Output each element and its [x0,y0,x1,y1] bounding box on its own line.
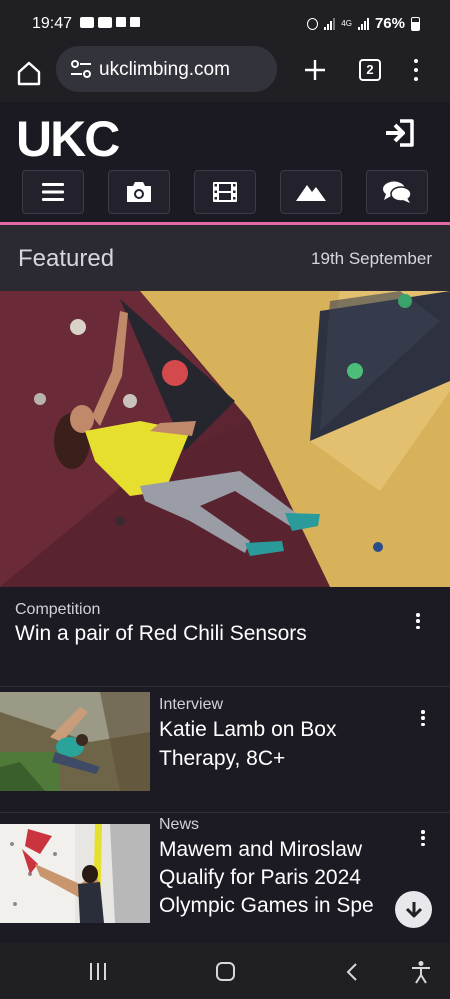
list-item[interactable]: Interview Katie Lamb on Box Therapy, 8C+ [0,692,450,792]
notification-icons [80,17,140,28]
climber-thumbnail [0,692,150,791]
scroll-down-button[interactable] [395,891,432,928]
menu-icon [42,183,64,201]
network-type: 4G [341,18,352,28]
article-thumbnail[interactable] [0,692,150,791]
site-nav [0,170,450,216]
new-tab-icon[interactable] [303,58,327,82]
site-logo[interactable]: UKC [16,110,120,168]
nav-videos-button[interactable] [194,170,256,214]
battery-percent: 76% [374,15,405,32]
camera-icon [127,182,151,202]
list-item[interactable]: News Mawem and Miroslaw Qualify for Pari… [0,816,450,941]
status-bar: 19:47 4G 76% [0,0,450,46]
featured-article-card[interactable]: Competition Win a pair of Red Chili Sens… [0,587,450,685]
featured-date: 19th September [311,249,432,268]
article-more-button[interactable] [420,830,426,846]
mail-icon [98,17,112,28]
nav-forums-button[interactable] [366,170,428,214]
arrow-down-icon [405,901,422,917]
browser-menu-button[interactable] [413,59,419,81]
site-header: UKC [0,102,450,222]
nav-logbook-button[interactable] [280,170,342,214]
featured-title: Featured [18,245,115,272]
alarm-icon [307,17,319,30]
article-title-line[interactable]: Therapy, 8C+ [159,745,285,773]
nav-photos-button[interactable] [108,170,170,214]
divider [0,686,450,687]
article-title[interactable]: Win a pair of Red Chili Sensors [15,620,307,648]
article-category: Interview [159,696,224,713]
film-icon [213,182,237,202]
article-category: Competition [15,601,101,618]
accessibility-icon[interactable] [410,960,432,984]
address-bar[interactable]: ukclimbing.com [56,46,277,92]
home-icon[interactable] [14,58,44,88]
article-more-button[interactable] [420,710,426,726]
status-time: 19:47 [32,15,73,32]
article-category: News [159,816,200,833]
article-title-line[interactable]: Katie Lamb on Box [159,716,336,744]
divider [0,812,450,813]
climber-thumbnail [0,824,150,923]
mountain-icon [296,185,326,201]
status-indicators: 4G 76% [307,15,420,32]
app-icon [116,17,126,27]
tab-switcher-button[interactable]: 2 [359,59,381,81]
signal-icon [357,17,369,30]
system-nav-bar [0,943,450,999]
article-title-line[interactable]: Qualify for Paris 2024 [159,864,361,892]
article-more-button[interactable] [415,613,421,629]
climber-photo [0,291,450,587]
login-icon[interactable] [384,118,416,148]
battery-icon [411,16,420,31]
featured-header: Featured 19th September [0,225,450,291]
article-title-line[interactable]: Olympic Games in Spe [159,892,399,920]
chat-icon [383,181,412,203]
app-icon [130,17,140,27]
home-button[interactable] [216,962,235,981]
recent-apps-button[interactable] [90,963,106,980]
article-thumbnail[interactable] [0,824,150,923]
site-settings-icon[interactable] [70,59,92,79]
mail-icon [80,17,94,28]
nav-menu-button[interactable] [22,170,84,214]
back-button[interactable] [344,962,360,982]
url-text[interactable]: ukclimbing.com [99,59,230,81]
browser-toolbar: ukclimbing.com 2 [0,46,450,102]
article-title-line[interactable]: Mawem and Miroslaw [159,836,362,864]
signal-icon [324,17,336,30]
featured-article-image[interactable] [0,291,450,587]
